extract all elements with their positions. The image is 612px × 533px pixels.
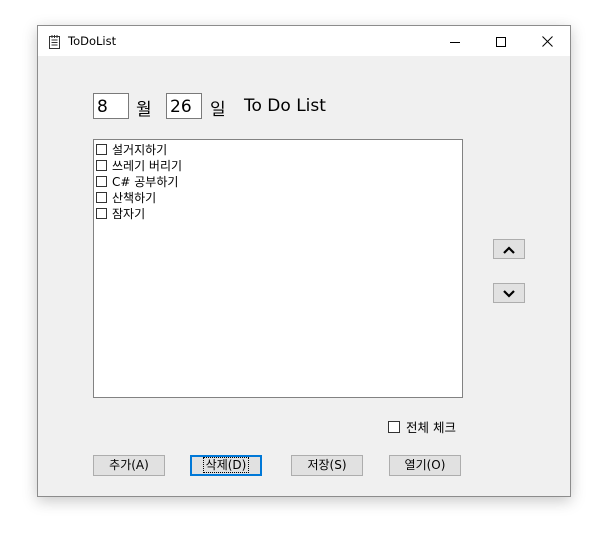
- item-checkbox[interactable]: [96, 143, 107, 155]
- move-down-button[interactable]: [493, 283, 525, 303]
- delete-button[interactable]: 삭제(D): [190, 455, 262, 476]
- item-label: C# 공부하기: [112, 174, 179, 189]
- save-button[interactable]: 저장(S): [291, 455, 363, 476]
- open-button[interactable]: 열기(O): [389, 455, 461, 476]
- item-label: 쓰레기 버리기: [112, 158, 183, 173]
- list-item[interactable]: 잠자기: [94, 205, 462, 221]
- check-all-checkbox[interactable]: [388, 420, 400, 433]
- chevron-up-icon: [502, 240, 516, 259]
- add-button-label: 추가(A): [109, 458, 149, 472]
- maximize-icon: [496, 32, 506, 51]
- item-checkbox[interactable]: [96, 207, 107, 219]
- day-input[interactable]: 26: [166, 93, 202, 119]
- move-up-button[interactable]: [493, 239, 525, 259]
- check-all-toggle[interactable]: 전체 체크: [388, 417, 456, 436]
- check-all-label: 전체 체크: [406, 420, 456, 435]
- open-button-label: 열기(O): [404, 458, 446, 472]
- save-button-label: 저장(S): [307, 458, 347, 472]
- month-label: 월: [136, 100, 152, 120]
- list-item[interactable]: C# 공부하기: [94, 173, 462, 189]
- notepad-icon: [48, 34, 61, 49]
- list-item[interactable]: 산책하기: [94, 189, 462, 205]
- list-item[interactable]: 설거지하기: [94, 141, 462, 157]
- day-label: 일: [210, 100, 226, 120]
- page-title: To Do List: [244, 96, 326, 116]
- close-icon: [541, 32, 553, 51]
- window-title: ToDoList: [68, 34, 117, 48]
- item-checkbox[interactable]: [96, 159, 107, 171]
- maximize-button[interactable]: [478, 26, 524, 56]
- chevron-down-icon: [502, 284, 516, 303]
- item-label: 잠자기: [112, 206, 146, 221]
- add-button[interactable]: 추가(A): [93, 455, 165, 476]
- item-checkbox[interactable]: [96, 191, 107, 203]
- close-button[interactable]: [524, 26, 570, 56]
- main-window: ToDoList 8 월 26 일 To Do List 설거지하기 쓰레기 버…: [37, 25, 571, 497]
- list-item[interactable]: 쓰레기 버리기: [94, 157, 462, 173]
- title-bar[interactable]: ToDoList: [38, 26, 570, 56]
- item-label: 설거지하기: [112, 142, 168, 157]
- todo-checklist[interactable]: 설거지하기 쓰레기 버리기 C# 공부하기 산책하기 잠자기: [93, 139, 463, 398]
- item-label: 산책하기: [112, 190, 157, 205]
- minimize-icon: [450, 32, 460, 51]
- minimize-button[interactable]: [432, 26, 478, 56]
- month-input[interactable]: 8: [93, 93, 129, 119]
- delete-button-label: 삭제(D): [202, 457, 250, 473]
- item-checkbox[interactable]: [96, 175, 107, 187]
